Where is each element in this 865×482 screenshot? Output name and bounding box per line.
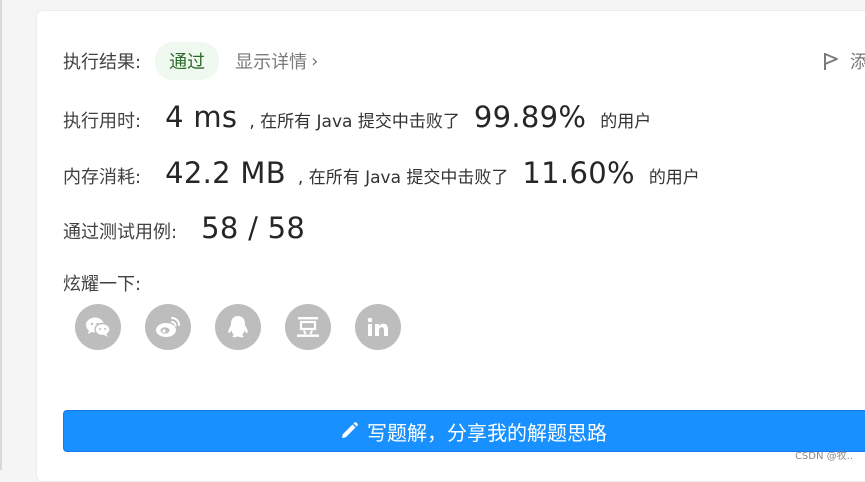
- add-note-button[interactable]: 添: [822, 48, 865, 74]
- show-details-label: 显示详情: [235, 52, 308, 73]
- status-badge: 通过: [155, 42, 220, 80]
- share-icons: [75, 304, 401, 350]
- share-row: 炫耀一下:: [63, 270, 141, 296]
- tests-value: 58 / 58: [201, 211, 306, 245]
- share-qq-button[interactable]: [215, 304, 261, 350]
- write-solution-label: 写题解，分享我的解题思路: [367, 420, 607, 445]
- watermark: CSDN @牧..: [794, 451, 853, 462]
- share-weibo-button[interactable]: [145, 304, 191, 350]
- runtime-value: 4 ms: [165, 100, 238, 134]
- memory-row: 内存消耗: 42.2 MB , 在所有 Java 提交中击败了 11.60% 的…: [63, 156, 700, 190]
- share-label: 炫耀一下:: [63, 274, 142, 295]
- memory-suffix: 的用户: [648, 168, 700, 188]
- share-douban-button[interactable]: [285, 304, 331, 350]
- write-solution-button[interactable]: 写题解，分享我的解题思路: [63, 410, 865, 452]
- runtime-row: 执行用时: 4 ms , 在所有 Java 提交中击败了 99.89% 的用户: [63, 100, 651, 134]
- result-label: 执行结果:: [63, 52, 142, 73]
- wechat-icon: [84, 315, 112, 339]
- result-row: 执行结果: 通过 显示详情 ›: [63, 42, 318, 80]
- tests-label: 通过测试用例:: [63, 222, 178, 243]
- show-details-link[interactable]: 显示详情 ›: [235, 48, 318, 74]
- left-border: [0, 0, 2, 470]
- weibo-icon: [154, 315, 182, 339]
- flag-icon: [822, 51, 840, 71]
- runtime-prefix: , 在所有 Java 提交中击败了: [249, 112, 460, 132]
- douban-icon: [295, 314, 321, 340]
- memory-prefix: , 在所有 Java 提交中击败了: [297, 168, 509, 188]
- tests-row: 通过测试用例: 58 / 58: [63, 211, 305, 245]
- runtime-label: 执行用时:: [63, 111, 142, 132]
- add-note-label: 添: [850, 52, 865, 73]
- memory-value: 42.2 MB: [165, 156, 286, 190]
- share-wechat-button[interactable]: [75, 304, 121, 350]
- qq-icon: [225, 314, 251, 340]
- chevron-right-icon: ›: [311, 50, 319, 72]
- runtime-suffix: 的用户: [600, 112, 652, 132]
- share-linkedin-button[interactable]: [355, 304, 401, 350]
- memory-label: 内存消耗:: [63, 167, 142, 188]
- runtime-percent: 99.89%: [473, 100, 587, 134]
- pencil-icon: [339, 421, 359, 441]
- memory-percent: 11.60%: [522, 156, 635, 190]
- linkedin-icon: [366, 316, 390, 338]
